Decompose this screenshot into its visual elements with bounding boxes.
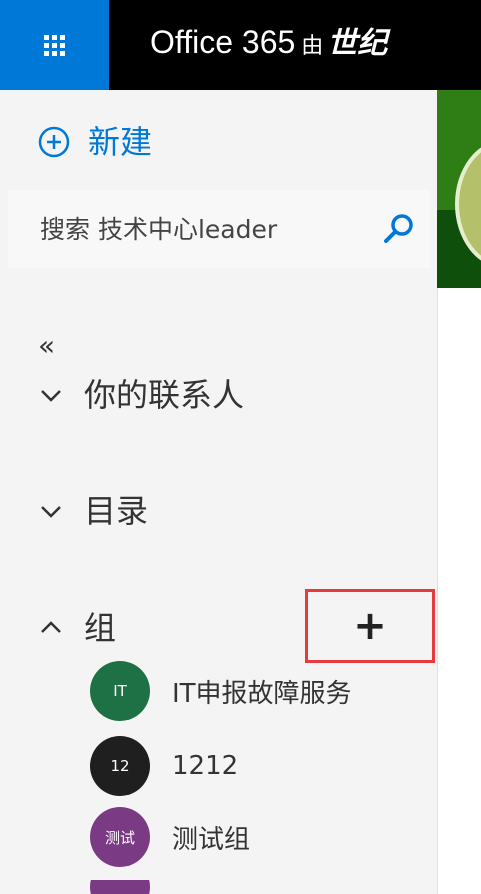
new-button-label: 新建 [88, 123, 153, 161]
group-avatar: IT [90, 661, 150, 721]
search-icon[interactable] [382, 212, 416, 246]
left-navigation-pane: 新建 « 你的联系人 目录 组 + IT IT申报故障服务 12 121 [0, 90, 437, 894]
collapse-pane-button[interactable]: « [38, 332, 55, 360]
plus-circle-icon [38, 126, 70, 158]
app-name: Office 365 [150, 24, 296, 60]
waffle-icon [44, 34, 65, 56]
add-group-button[interactable]: + [305, 589, 435, 663]
group-avatar: 测试 [90, 807, 150, 867]
app-title[interactable]: Office 365 由世纪 [150, 22, 481, 66]
plus-icon: + [353, 603, 387, 649]
group-item[interactable] [90, 880, 150, 894]
app-by: 由 [301, 33, 324, 58]
top-bar: Office 365 由世纪 [0, 0, 481, 90]
chevron-down-icon [41, 390, 61, 402]
group-item[interactable]: IT IT申报故障服务 [90, 661, 352, 721]
group-name: IT申报故障服务 [172, 678, 352, 709]
chevron-up-icon [41, 621, 61, 633]
profile-banner [437, 90, 481, 288]
chevron-down-icon [41, 506, 61, 518]
group-name: 1212 [172, 751, 239, 781]
group-avatar [90, 880, 150, 894]
search-input[interactable] [8, 190, 400, 268]
new-button[interactable]: 新建 [38, 120, 152, 164]
section-your-contacts[interactable]: 你的联系人 [38, 370, 244, 420]
app-org-name: 世纪 [327, 27, 388, 60]
section-your-contacts-label: 你的联系人 [84, 376, 245, 414]
app-launcher-button[interactable] [0, 0, 109, 90]
section-directory-label: 目录 [84, 492, 149, 530]
group-avatar: 12 [90, 736, 150, 796]
group-item[interactable]: 12 1212 [90, 736, 238, 796]
section-groups-label: 组 [84, 609, 117, 647]
section-directory[interactable]: 目录 [38, 486, 148, 536]
group-item[interactable]: 测试 测试组 [90, 807, 250, 867]
group-name: 测试组 [172, 824, 251, 855]
search-box [8, 190, 430, 268]
section-groups[interactable]: 组 [38, 603, 116, 653]
